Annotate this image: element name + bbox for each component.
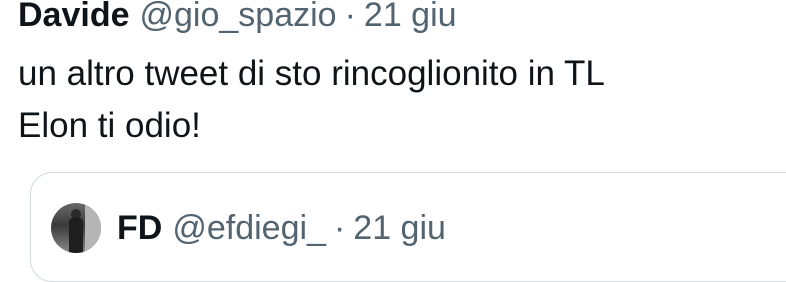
tweet-text-line: un altro tweet di sto rincoglionito in T… xyxy=(18,54,605,93)
avatar-figure-body xyxy=(69,217,83,253)
tweet-timestamp[interactable]: 21 giu xyxy=(364,0,457,36)
quoted-tweet-card[interactable]: FD @efdiegi_ · 21 giu xyxy=(30,172,786,282)
avatar-background xyxy=(85,203,101,253)
quoted-header-separator: · xyxy=(333,209,346,247)
tweet-header: Davide @gio_spazio · 21 giu xyxy=(18,0,778,40)
quoted-tweet-header: FD @efdiegi_ · 21 giu xyxy=(51,203,446,253)
author-display-name[interactable]: Davide xyxy=(18,0,130,36)
quoted-author-display-name[interactable]: FD xyxy=(117,208,162,248)
tweet-text: un altro tweet di sto rincoglionito in T… xyxy=(18,48,778,152)
quoted-tweet-timestamp[interactable]: 21 giu xyxy=(353,208,446,248)
tweet-text-line: Elon ti odio! xyxy=(18,106,201,145)
profile-photo-icon[interactable] xyxy=(51,203,101,253)
quoted-author-handle[interactable]: @efdiegi_ xyxy=(172,208,326,248)
header-separator: · xyxy=(344,0,356,34)
tweet[interactable]: Davide @gio_spazio · 21 giu un altro twe… xyxy=(18,0,778,152)
author-handle[interactable]: @gio_spazio xyxy=(140,0,337,36)
